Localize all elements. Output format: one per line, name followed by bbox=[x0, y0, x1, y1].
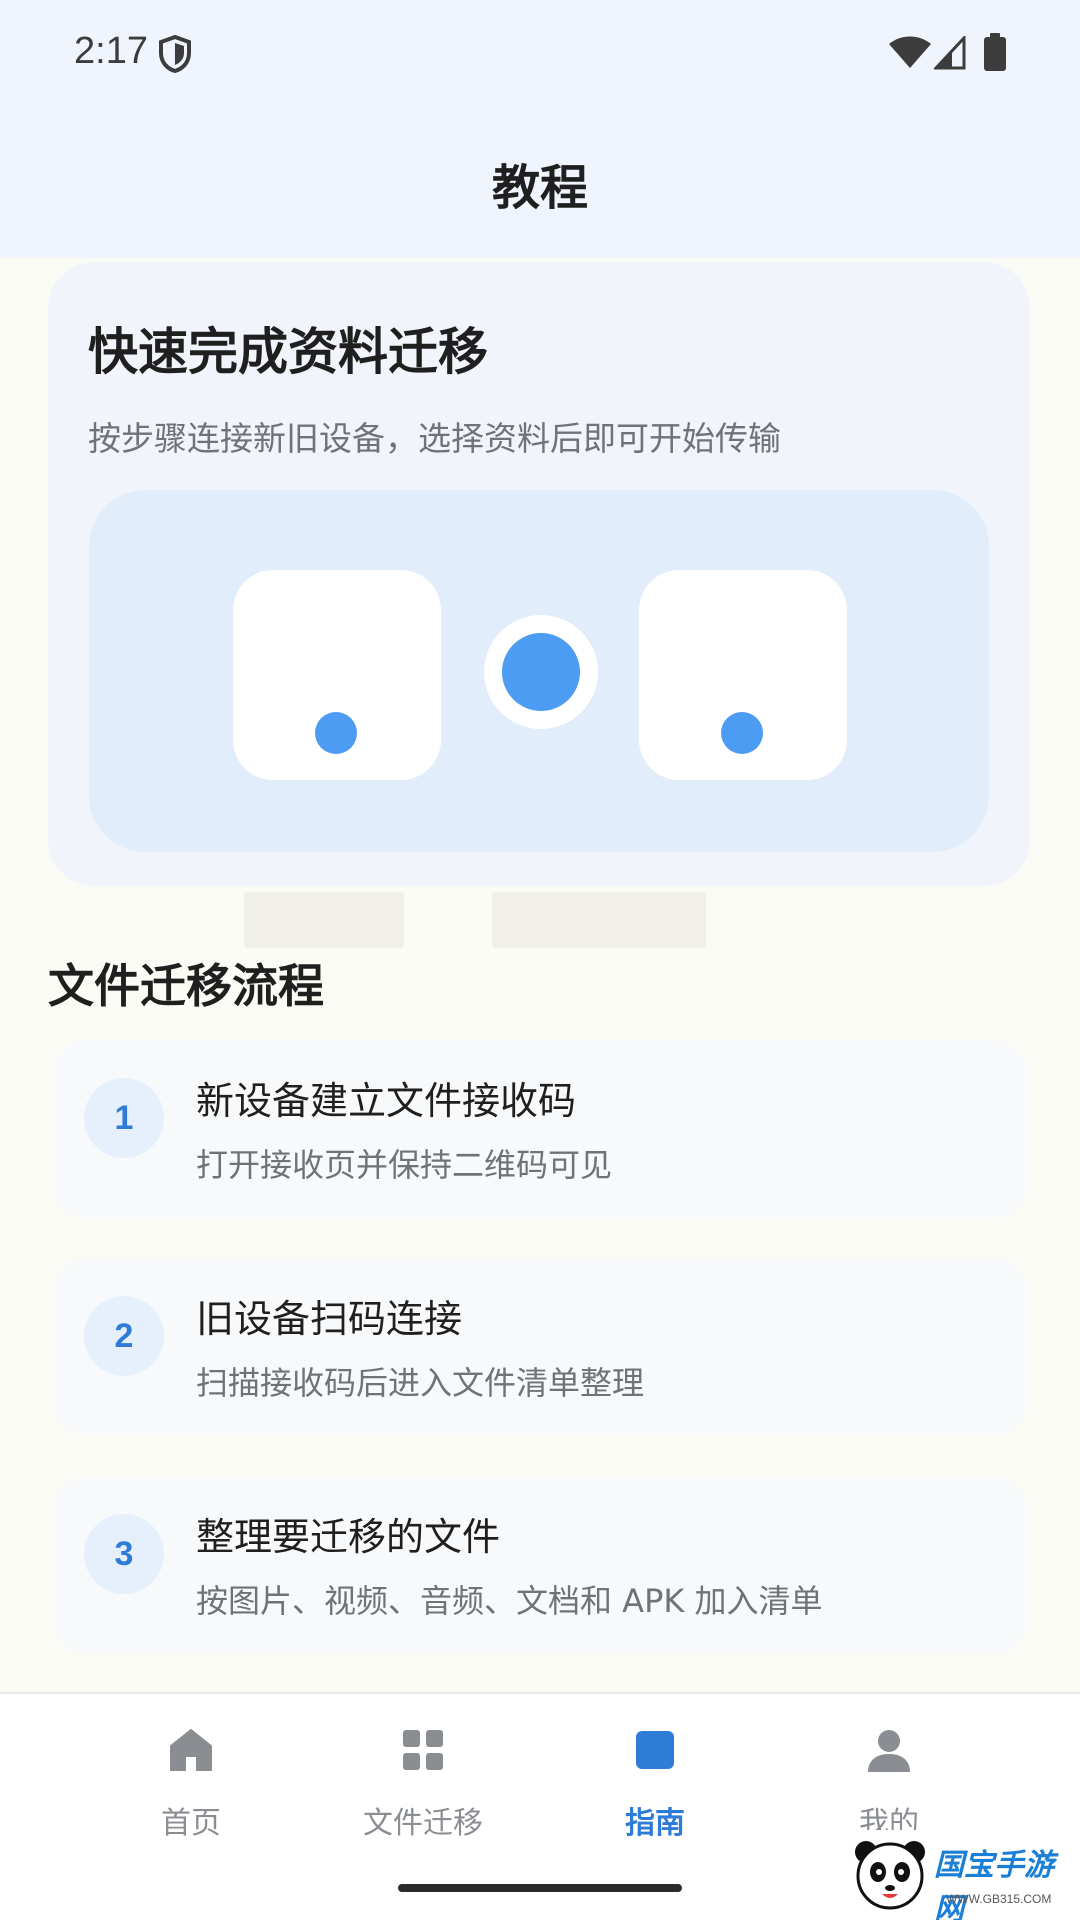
shield-icon bbox=[159, 34, 191, 74]
new-device-graphic bbox=[639, 570, 847, 780]
section-title: 文件迁移流程 bbox=[48, 959, 324, 1013]
watermark: 国宝手游网 WWW.GB315.COM bbox=[830, 1830, 1080, 1920]
device-dot bbox=[315, 712, 357, 754]
nav-label: 首页 bbox=[161, 1806, 221, 1841]
step-title: 新设备建立文件接收码 bbox=[196, 1079, 577, 1123]
page-title: 教程 bbox=[491, 160, 588, 216]
faded-placeholder bbox=[244, 892, 404, 948]
watermark-url: WWW.GB315.COM bbox=[946, 1892, 1052, 1906]
nav-item-home[interactable]: 首页 bbox=[56, 1694, 326, 1844]
nav-label: 文件迁移 bbox=[363, 1806, 483, 1841]
connection-dot bbox=[502, 633, 580, 711]
hero-subtitle: 按步骤连接新旧设备，选择资料后即可开始传输 bbox=[88, 419, 781, 458]
step-title: 旧设备扫码连接 bbox=[196, 1297, 463, 1341]
step-card-2[interactable]: 2 旧设备扫码连接 扫描接收码后进入文件清单整理 bbox=[52, 1258, 1028, 1436]
nav-item-profile[interactable]: 我的 bbox=[754, 1694, 1024, 1844]
step-description: 按图片、视频、音频、文档和 APK 加入清单 bbox=[196, 1582, 823, 1620]
connection-indicator bbox=[484, 615, 598, 729]
signal-icon bbox=[934, 36, 966, 70]
step-number: 3 bbox=[84, 1514, 164, 1594]
person-icon bbox=[868, 1730, 910, 1772]
grid-icon bbox=[403, 1730, 443, 1770]
step-description: 打开接收页并保持二维码可见 bbox=[196, 1146, 613, 1184]
step-number: 1 bbox=[84, 1078, 164, 1158]
device-dot bbox=[721, 712, 763, 754]
step-card-3[interactable]: 3 整理要迁移的文件 按图片、视频、音频、文档和 APK 加入清单 bbox=[52, 1476, 1028, 1654]
step-title: 整理要迁移的文件 bbox=[196, 1515, 501, 1559]
wifi-icon bbox=[889, 36, 931, 68]
guide-icon bbox=[636, 1731, 674, 1769]
hero-card: 快速完成资料迁移 按步骤连接新旧设备，选择资料后即可开始传输 bbox=[48, 262, 1030, 886]
home-indicator[interactable] bbox=[398, 1884, 682, 1892]
faded-placeholder bbox=[492, 892, 706, 948]
step-number: 2 bbox=[84, 1296, 164, 1376]
transfer-illustration bbox=[89, 490, 989, 852]
nav-item-file-transfer[interactable]: 文件迁移 bbox=[288, 1694, 558, 1844]
battery-icon bbox=[984, 33, 1006, 71]
step-description: 扫描接收码后进入文件清单整理 bbox=[196, 1364, 645, 1402]
panda-logo-icon bbox=[855, 1841, 925, 1910]
old-device-graphic bbox=[233, 570, 441, 780]
nav-item-guide[interactable]: 指南 bbox=[520, 1694, 790, 1844]
nav-label: 指南 bbox=[625, 1806, 685, 1841]
status-time: 2:17 bbox=[74, 30, 148, 72]
watermark-text: 国宝手游网 bbox=[934, 1848, 1054, 1920]
hero-title: 快速完成资料迁移 bbox=[88, 323, 488, 381]
home-icon bbox=[170, 1729, 212, 1771]
step-card-1[interactable]: 1 新设备建立文件接收码 打开接收页并保持二维码可见 bbox=[52, 1040, 1028, 1218]
status-bar: 2:17 bbox=[0, 0, 1080, 104]
